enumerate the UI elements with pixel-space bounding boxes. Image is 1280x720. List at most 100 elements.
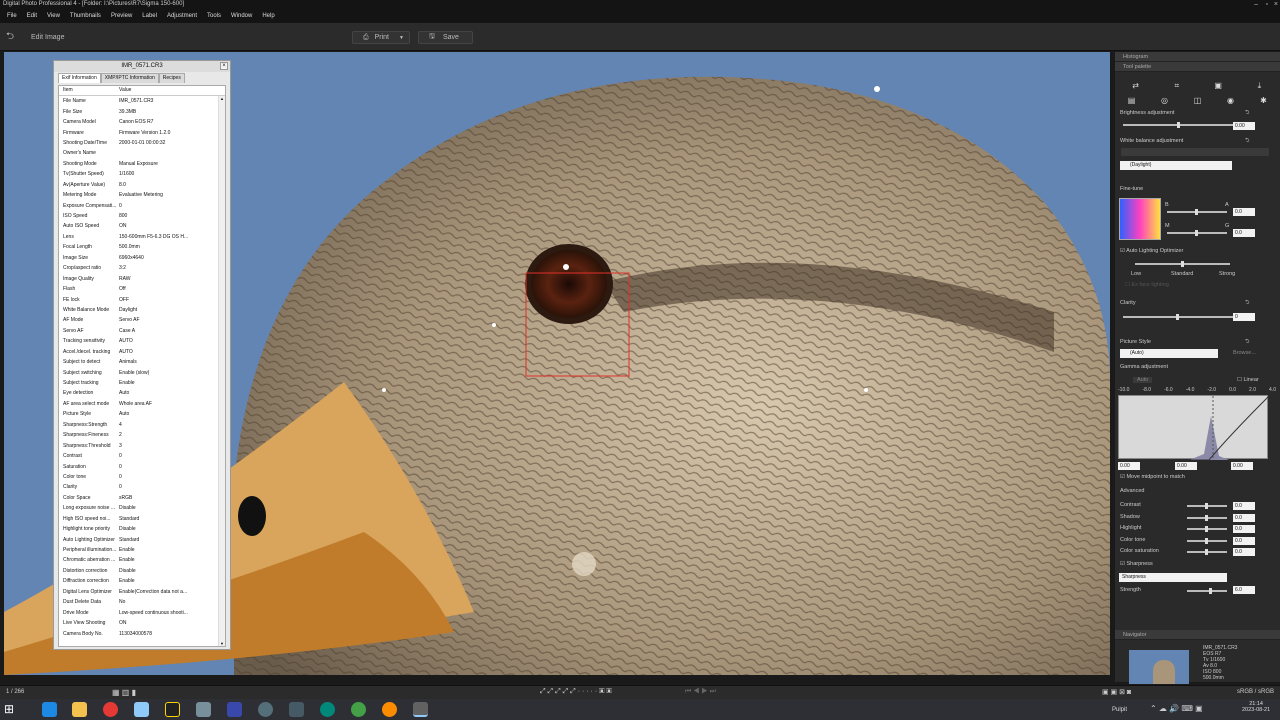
desktop-toolbar-label[interactable]: Pulpit	[1112, 707, 1127, 713]
table-row[interactable]: Subject to detect Animals	[59, 357, 225, 367]
file-explorer-icon[interactable]	[72, 702, 87, 717]
menu-help[interactable]: Help	[262, 13, 274, 19]
globe-app-icon[interactable]	[320, 702, 335, 717]
exif-scrollbar[interactable]: ▲ ▼	[218, 96, 225, 646]
table-row[interactable]: Metering Mode Evaluative Metering	[59, 190, 225, 200]
table-row[interactable]: FE lock OFF	[59, 294, 225, 304]
table-row[interactable]: Lens 150-600mm F5-6.3 DG OS H...	[59, 232, 225, 242]
close-icon[interactable]: ×	[220, 62, 228, 70]
advanced-slider[interactable]	[1187, 526, 1227, 532]
menu-file[interactable]: File	[7, 13, 17, 19]
strength-value[interactable]: 6.0	[1233, 586, 1255, 594]
menu-thumbnails[interactable]: Thumbnails	[70, 13, 101, 19]
basic-adjust-icon[interactable]: ▤	[1126, 96, 1138, 105]
mg-slider[interactable]	[1167, 230, 1227, 236]
gamma-black[interactable]: 0.00	[1118, 462, 1140, 470]
reset-icon[interactable]: ⮌	[1245, 109, 1249, 118]
clarity-value[interactable]: 0	[1233, 313, 1255, 321]
reset-icon[interactable]: ⮌	[1245, 299, 1249, 308]
menu-preview[interactable]: Preview	[111, 13, 132, 19]
menu-tools[interactable]: Tools	[207, 13, 221, 19]
table-row[interactable]: Saturation 0	[59, 461, 225, 471]
camera-app-icon[interactable]	[196, 702, 211, 717]
advanced-slider[interactable]	[1187, 514, 1227, 521]
mg-value[interactable]: 0.0	[1233, 229, 1255, 237]
table-row[interactable]: Live View Shooting ON	[59, 618, 225, 628]
table-row[interactable]: File Size 39.3MB	[59, 106, 225, 116]
tab-recipes[interactable]: Recipes	[158, 73, 185, 83]
table-row[interactable]: Drive Mode Low-speed continuous shooti...	[59, 607, 225, 617]
column-header-item[interactable]: Item	[59, 86, 119, 95]
save-button[interactable]: 🖫 Save	[418, 31, 473, 44]
mg-knob[interactable]	[1195, 230, 1198, 236]
tool-palette-header[interactable]: Tool palette	[1115, 62, 1280, 72]
linear-checkbox[interactable]: ☐ Linear	[1237, 377, 1259, 383]
minimize-icon[interactable]: –	[1254, 0, 1258, 9]
table-row[interactable]: Clarity 0	[59, 482, 225, 492]
table-row[interactable]: Auto ISO Speed ON	[59, 221, 225, 231]
sharpness-checkbox[interactable]: ☑ Sharpness	[1120, 561, 1153, 567]
advanced-slider[interactable]	[1187, 503, 1227, 509]
advanced-knob[interactable]	[1205, 537, 1208, 544]
table-row[interactable]: High ISO speed noi... Standard	[59, 514, 225, 524]
menu-view[interactable]: View	[47, 13, 60, 19]
gamma-histogram[interactable]	[1118, 395, 1270, 461]
crop-icon[interactable]: ⌗	[1171, 81, 1183, 90]
scroll-up-icon[interactable]: ▲	[219, 96, 225, 101]
back-button[interactable]: ⮌	[6, 31, 14, 44]
table-row[interactable]: File Name IMR_0571.CR3	[59, 96, 225, 106]
advanced-value[interactable]: 0.0	[1233, 525, 1255, 533]
notepad-icon[interactable]	[134, 702, 149, 717]
system-tray-icons[interactable]: ⌃ ☁ 🔊 ⌨ ▣	[1150, 704, 1203, 713]
alo-slider[interactable]	[1135, 261, 1230, 267]
table-row[interactable]: Accel./decel. tracking AUTO	[59, 347, 225, 357]
table-row[interactable]: Flash Off	[59, 284, 225, 294]
navigator-header[interactable]: Navigator	[1115, 630, 1280, 640]
advanced-knob[interactable]	[1205, 503, 1208, 509]
advanced-value[interactable]: 0.0	[1233, 548, 1255, 556]
strength-slider[interactable]	[1187, 588, 1227, 594]
table-row[interactable]: Servo AF Case A	[59, 326, 225, 336]
table-row[interactable]: Picture Style Auto	[59, 409, 225, 419]
image-icon[interactable]: ▣	[1212, 81, 1224, 90]
batman-app-icon[interactable]	[165, 702, 180, 717]
bird-app-icon[interactable]	[289, 702, 304, 717]
table-row[interactable]: Shooting Mode Manual Exposure	[59, 159, 225, 169]
advanced-value[interactable]: 0.0	[1233, 513, 1255, 522]
advanced-slider[interactable]	[1187, 549, 1227, 555]
color-wheel[interactable]	[1119, 198, 1161, 240]
menu-adjustment[interactable]: Adjustment	[167, 13, 197, 19]
table-row[interactable]: Shooting Date/Time 2000-01-01 00:00:32	[59, 138, 225, 148]
brightness-knob[interactable]	[1176, 122, 1180, 128]
table-row[interactable]: Distortion correction Disable	[59, 566, 225, 576]
navigator-thumbnail[interactable]	[1129, 650, 1189, 684]
gamma-auto-button[interactable]: Auto	[1133, 377, 1153, 383]
dpp-taskbar-icon[interactable]	[413, 702, 428, 717]
brightness-value[interactable]: 0.00	[1233, 122, 1255, 130]
print-button[interactable]: ⎙ Print ▼	[352, 31, 410, 44]
table-row[interactable]: Image Size 6960x4640	[59, 253, 225, 263]
table-row[interactable]: Crop/aspect ratio 3:2	[59, 263, 225, 273]
zoom-ratio-icons[interactable]: ⤢ ⤢ ⤢ ⤢ ⤢ · · · · · ▣ ▣	[540, 688, 612, 696]
ba-slider[interactable]	[1167, 209, 1227, 215]
advanced-knob[interactable]	[1205, 514, 1208, 521]
table-row[interactable]: Sharpness:Threshold 3	[59, 440, 225, 450]
table-row[interactable]: Tv(Shutter Speed) 1/1600	[59, 169, 225, 179]
table-row[interactable]: Peripheral illumination... Enable	[59, 545, 225, 555]
table-row[interactable]: Image Quality RAW	[59, 273, 225, 283]
reset-icon[interactable]: ⮌	[1245, 137, 1249, 146]
layout-icons[interactable]: ▦ ▥ ▮	[112, 688, 136, 697]
advanced-knob[interactable]	[1205, 549, 1208, 555]
table-row[interactable]: Firmware Firmware Version 1.2.0	[59, 127, 225, 137]
scroll-down-icon[interactable]: ▼	[219, 641, 225, 646]
table-row[interactable]: Camera Model Canon EOS R7	[59, 117, 225, 127]
alo-checkbox[interactable]: ☑ Auto Lighting Optimizer	[1120, 248, 1183, 254]
histogram-header[interactable]: Histogram	[1115, 52, 1280, 62]
picture-style-select[interactable]: (Auto)	[1120, 349, 1218, 358]
brightness-slider[interactable]	[1123, 122, 1233, 128]
table-row[interactable]: Chromatic aberration ... Enable	[59, 555, 225, 565]
wb-presets[interactable]	[1121, 148, 1269, 156]
ba-knob[interactable]	[1195, 209, 1198, 215]
table-row[interactable]: Dust Delete Data No	[59, 597, 225, 607]
table-row[interactable]: Color tone 0	[59, 472, 225, 482]
